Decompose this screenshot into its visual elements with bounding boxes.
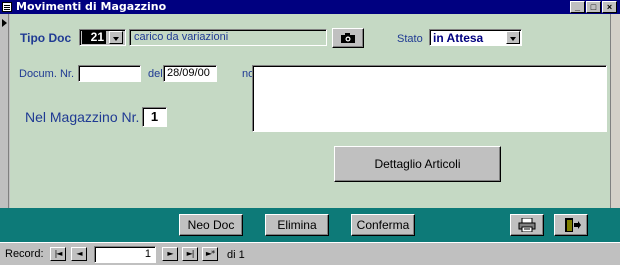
tipo-doc-combo[interactable]: 21 bbox=[79, 29, 126, 46]
window-title: Movimenti di Magazzino bbox=[16, 0, 167, 13]
note-textarea[interactable] bbox=[252, 65, 607, 132]
exit-button[interactable] bbox=[554, 214, 588, 236]
last-record-icon[interactable]: ►| bbox=[182, 247, 198, 261]
record-total: di 1 bbox=[227, 249, 245, 261]
stato-dropdown-icon[interactable] bbox=[506, 31, 520, 44]
maximize-button[interactable]: □ bbox=[586, 1, 601, 13]
form-body: Tipo Doc 21 carico da variazioni Stato i… bbox=[10, 14, 610, 208]
elimina-button[interactable]: Elimina bbox=[265, 214, 329, 236]
record-number-input[interactable]: 1 bbox=[94, 246, 156, 263]
record-label: Record: bbox=[5, 248, 44, 260]
record-selector[interactable] bbox=[0, 14, 9, 208]
printer-icon bbox=[518, 218, 536, 232]
stato-value: in Attesa bbox=[433, 31, 484, 45]
stato-label: Stato bbox=[397, 33, 423, 45]
tipo-doc-code: 21 bbox=[82, 31, 106, 44]
camera-button[interactable] bbox=[332, 28, 364, 48]
stato-combo[interactable]: in Attesa bbox=[429, 29, 522, 46]
neo-doc-button[interactable]: Neo Doc bbox=[179, 214, 243, 236]
docum-nr-input[interactable] bbox=[78, 65, 141, 82]
tipo-doc-label: Tipo Doc bbox=[20, 31, 72, 45]
camera-icon bbox=[341, 33, 355, 43]
print-button[interactable] bbox=[510, 214, 544, 236]
docum-nr-label: Docum. Nr. bbox=[19, 68, 75, 80]
magazzino-label: Nel Magazzino Nr. bbox=[25, 109, 140, 125]
record-navigation-bar: Record: |◄ ◄ 1 ► ►| ►* di 1 bbox=[0, 242, 620, 265]
minimize-button[interactable]: _ bbox=[570, 1, 585, 13]
magazzino-input[interactable]: 1 bbox=[142, 107, 167, 127]
exit-door-icon bbox=[565, 218, 581, 232]
del-date-input[interactable]: 28/09/00 bbox=[163, 65, 217, 82]
conferma-button[interactable]: Conferma bbox=[351, 214, 415, 236]
tipo-doc-description-field: carico da variazioni bbox=[129, 29, 327, 46]
previous-record-icon[interactable]: ◄ bbox=[71, 247, 87, 261]
form-window: Movimenti di Magazzino _ □ × Tipo Doc 21… bbox=[0, 0, 620, 265]
new-record-icon[interactable]: ►* bbox=[202, 247, 218, 261]
close-button[interactable]: × bbox=[602, 1, 617, 13]
del-label: del bbox=[148, 68, 163, 80]
title-bar: Movimenti di Magazzino _ □ × bbox=[0, 0, 620, 14]
tipo-doc-dropdown-icon[interactable] bbox=[109, 31, 123, 44]
dettaglio-articoli-button[interactable]: Dettaglio Articoli bbox=[334, 146, 501, 182]
current-record-arrow-icon bbox=[2, 19, 7, 27]
vertical-scrollbar[interactable] bbox=[610, 14, 620, 208]
form-icon[interactable] bbox=[2, 2, 12, 12]
footer-band: Neo Doc Elimina Conferma bbox=[0, 208, 620, 242]
first-record-icon[interactable]: |◄ bbox=[50, 247, 66, 261]
tipo-doc-description: carico da variazioni bbox=[134, 31, 229, 43]
next-record-icon[interactable]: ► bbox=[162, 247, 178, 261]
